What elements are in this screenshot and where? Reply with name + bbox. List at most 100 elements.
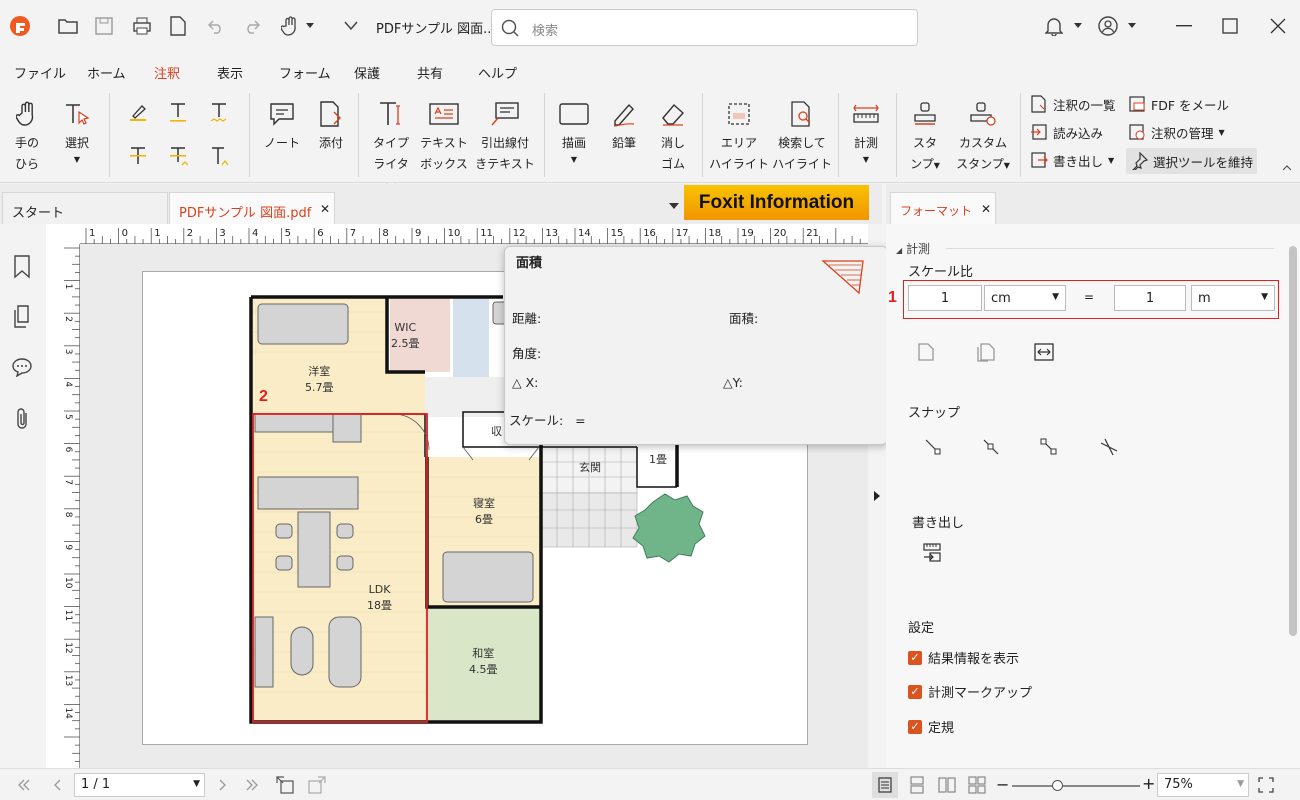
measure-markup-checkbox[interactable]: ✓ 計測マークアップ	[908, 682, 1032, 701]
bell-icon[interactable]	[1042, 14, 1066, 38]
search-highlight-button[interactable]: 検索して ハイライト	[772, 95, 832, 175]
callout-button[interactable]: 引出線付 きテキスト	[474, 95, 536, 175]
hand-button[interactable]: 手の ひら	[8, 95, 46, 175]
fullscreen-icon[interactable]	[1256, 775, 1276, 795]
continuous-facing-view-icon[interactable]	[964, 772, 990, 798]
underline-text-icon[interactable]	[166, 100, 190, 124]
facing-view-icon[interactable]	[934, 772, 960, 798]
import-button[interactable]: 読み込み	[1030, 121, 1103, 143]
open-folder-icon[interactable]	[56, 14, 80, 38]
draw-button[interactable]: 描画 ▼	[556, 95, 592, 166]
unit-from-select[interactable]: cm ▼	[984, 285, 1066, 311]
eraser-button[interactable]: 消し ゴム	[654, 95, 692, 175]
continuous-view-icon[interactable]	[904, 772, 930, 798]
strikeout-text-icon[interactable]	[126, 144, 150, 168]
stamp-button[interactable]: スタ ンプ▼	[906, 95, 944, 176]
export-button[interactable]: 書き出し ▼	[1030, 149, 1114, 171]
pencil-button[interactable]: 鉛筆	[604, 95, 644, 154]
close-icon[interactable]: ✕	[981, 202, 991, 216]
previous-page-icon[interactable]	[48, 777, 68, 793]
snap-center-icon[interactable]	[1038, 436, 1060, 458]
tab-format[interactable]: フォーマット ✕	[890, 192, 996, 224]
zoom-out-icon[interactable]: −	[996, 775, 1009, 794]
fdf-mail-button[interactable]: FDF をメール	[1128, 93, 1229, 115]
user-account-icon[interactable]	[1096, 14, 1120, 38]
highlight-icon[interactable]	[126, 100, 150, 124]
measure-section-header[interactable]: ◢ 計測	[896, 240, 930, 257]
chevron-down-icon[interactable]	[1126, 18, 1138, 34]
snap-intersection-icon[interactable]	[1098, 436, 1120, 458]
hand-tool-icon[interactable]	[278, 14, 302, 38]
single-page-view-icon[interactable]	[872, 772, 898, 798]
insert-text-icon[interactable]	[207, 144, 231, 168]
panel-scrollbar-thumb[interactable]	[1289, 246, 1297, 636]
first-page-icon[interactable]	[14, 777, 34, 793]
redo-icon[interactable]	[240, 14, 264, 38]
menu-file[interactable]: ファイル	[14, 63, 66, 82]
measure-button[interactable]: 計測 ▼	[848, 95, 884, 166]
close-icon[interactable]	[1266, 14, 1290, 38]
ruler-checkbox[interactable]: ✓ 定規	[908, 717, 954, 736]
menu-form[interactable]: フォーム	[279, 63, 331, 82]
keep-tool-button[interactable]: 選択ツールを維持	[1126, 148, 1258, 174]
tab-start[interactable]: スタート	[2, 192, 168, 224]
pages-icon[interactable]	[10, 304, 34, 330]
chevron-down-icon[interactable]	[304, 18, 316, 34]
zoom-slider-track[interactable]	[1012, 785, 1140, 787]
collapse-right-panel-arrow-icon[interactable]	[871, 488, 883, 504]
print-icon[interactable]	[130, 14, 154, 38]
close-icon[interactable]: ✕	[320, 202, 330, 216]
room-label-wic: WIC 2.5畳	[391, 320, 420, 352]
custom-stamp-button[interactable]: カスタム スタンプ▼	[954, 95, 1012, 176]
next-page-icon[interactable]	[212, 777, 232, 793]
typewriter-button[interactable]: タイプ ライター	[369, 95, 413, 196]
scale-from-input[interactable]: 1	[908, 285, 982, 311]
next-view-icon[interactable]	[306, 775, 328, 795]
minimize-icon[interactable]	[1172, 14, 1196, 38]
note-button[interactable]: ノート	[262, 95, 302, 154]
comment-list-button[interactable]: 注釈の一覧	[1030, 93, 1116, 115]
scale-to-input[interactable]: 1	[1114, 285, 1186, 311]
squiggly-text-icon[interactable]	[207, 100, 231, 124]
export-measurements-icon[interactable]	[920, 540, 944, 564]
save-icon[interactable]	[92, 14, 116, 38]
area-highlight-button[interactable]: エリア ハイライト	[708, 95, 770, 175]
zoom-level-select[interactable]: 75% ▼	[1157, 773, 1249, 797]
replace-text-icon[interactable]	[166, 144, 190, 168]
attach-button[interactable]: 添付	[311, 95, 351, 154]
snap-midpoint-icon[interactable]	[980, 436, 1002, 458]
menu-help[interactable]: ヘルプ	[478, 63, 517, 82]
menu-view[interactable]: 表示	[217, 63, 243, 82]
previous-view-icon[interactable]	[274, 775, 296, 795]
collapse-ribbon-icon[interactable]	[1280, 161, 1294, 175]
foxit-information-banner[interactable]: Foxit Information	[684, 185, 869, 220]
menu-home[interactable]: ホーム	[87, 63, 126, 82]
textbox-button[interactable]: テキスト ボックス	[420, 95, 468, 175]
zoom-in-icon[interactable]: +	[1142, 774, 1155, 793]
menu-comment[interactable]: 注釈	[151, 63, 183, 89]
chevron-down-icon[interactable]	[1072, 18, 1084, 34]
attachment-paperclip-icon[interactable]	[10, 406, 34, 432]
menu-share[interactable]: 共有	[417, 63, 443, 82]
new-document-icon[interactable]	[166, 14, 190, 38]
doc-dropdown-icon[interactable]	[342, 18, 360, 34]
manage-comments-button[interactable]: 注釈の管理 ▼	[1128, 121, 1225, 143]
zoom-slider-thumb[interactable]	[1052, 780, 1063, 791]
tab-document[interactable]: PDFサンプル 図面.pdf ✕	[169, 192, 335, 224]
calibrate-page-icon[interactable]	[914, 340, 938, 364]
fit-scale-icon[interactable]	[1032, 340, 1056, 364]
snap-endpoint-icon[interactable]	[922, 436, 944, 458]
maximize-icon[interactable]	[1218, 14, 1242, 38]
show-result-checkbox[interactable]: ✓ 結果情報を表示	[908, 648, 1019, 667]
search-box[interactable]: 検索	[491, 9, 918, 46]
last-page-icon[interactable]	[242, 777, 262, 793]
comments-icon[interactable]	[10, 354, 34, 380]
unit-to-select[interactable]: m ▼	[1191, 285, 1275, 311]
page-number-select[interactable]: 1 / 1 ▼	[74, 773, 205, 797]
menu-protect[interactable]: 保護	[354, 63, 380, 82]
select-button[interactable]: 選択 ▼	[56, 95, 98, 166]
tab-list-chevron-icon[interactable]	[666, 198, 682, 214]
undo-icon[interactable]	[204, 14, 228, 38]
bookmark-icon[interactable]	[10, 254, 34, 280]
copy-scale-icon[interactable]	[974, 340, 998, 364]
